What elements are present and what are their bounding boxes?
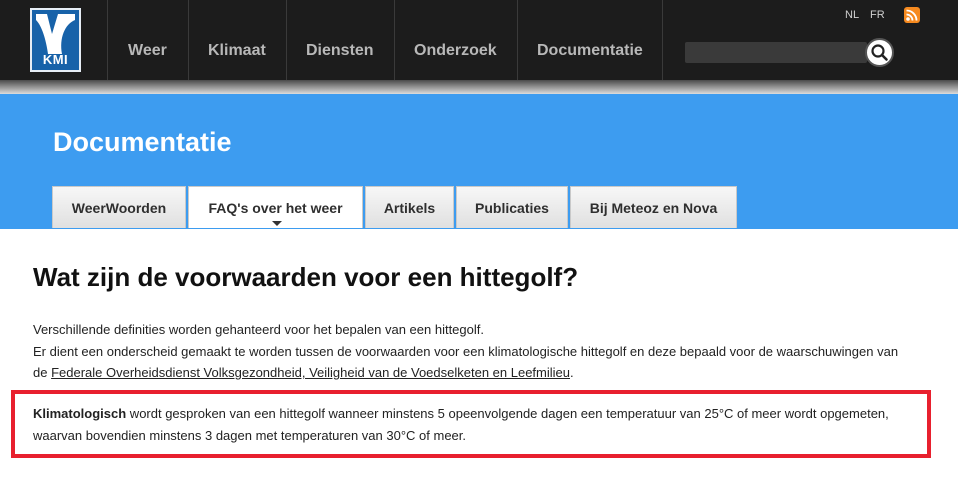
section-banner: Documentatie WeerWoorden FAQ's over het …	[0, 94, 958, 229]
tab-publicaties[interactable]: Publicaties	[456, 186, 568, 228]
search-icon	[871, 44, 888, 61]
definition-text-line: waarvan bovendien minstens 3 dagen met t…	[33, 428, 467, 443]
fod-volksgezondheid-link[interactable]: Federale Overheidsdienst Volksgezondheid…	[51, 365, 570, 380]
active-tab-indicator-icon	[272, 221, 282, 226]
nav-documentatie[interactable]: Documentatie	[537, 42, 643, 60]
top-header-bar: KMI Weer Klimaat Diensten Onderzoek Docu…	[0, 0, 958, 88]
tab-bij-meteoz-en-nova[interactable]: Bij Meteoz en Nova	[570, 186, 737, 228]
intro-text-prefix: de	[33, 365, 52, 380]
nav-diensten[interactable]: Diensten	[306, 42, 374, 60]
tab-artikels[interactable]: Artikels	[365, 186, 454, 228]
page-title: Wat zijn de voorwaarden voor een hittego…	[33, 262, 579, 292]
nav-divider	[394, 0, 395, 80]
search-input[interactable]	[685, 42, 867, 63]
nav-divider	[188, 0, 189, 80]
intro-text-suffix: .	[570, 365, 574, 380]
nav-klimaat[interactable]: Klimaat	[208, 42, 266, 60]
definition-text-line: Klimatologisch wordt gesproken van een h…	[33, 406, 889, 421]
definition-text: wordt gesproken van een hittegolf wannee…	[126, 406, 889, 421]
intro-text-line: Verschillende definities worden gehantee…	[33, 322, 484, 337]
section-title: Documentatie	[53, 127, 232, 157]
nav-divider	[662, 0, 663, 80]
search-button[interactable]	[865, 38, 894, 67]
nav-onderzoek[interactable]: Onderzoek	[414, 42, 497, 60]
tab-weerwoorden[interactable]: WeerWoorden	[52, 186, 186, 228]
highlight-box	[11, 390, 931, 458]
rss-feed-icon[interactable]	[904, 7, 920, 23]
language-fr-link[interactable]: FR	[870, 9, 885, 21]
logo-text: KMI	[42, 52, 69, 67]
nav-divider	[107, 0, 108, 80]
intro-text-line: de Federale Overheidsdienst Volksgezondh…	[33, 365, 574, 380]
definition-bold-term: Klimatologisch	[33, 406, 127, 421]
nav-weer[interactable]: Weer	[128, 42, 167, 60]
nav-divider	[517, 0, 518, 80]
language-nl-link[interactable]: NL	[845, 9, 859, 21]
kmi-logo[interactable]: KMI	[30, 8, 81, 72]
nav-divider	[286, 0, 287, 80]
header-bottom-shadow	[0, 80, 958, 94]
intro-text-line: Er dient een onderscheid gemaakt te word…	[33, 344, 899, 359]
